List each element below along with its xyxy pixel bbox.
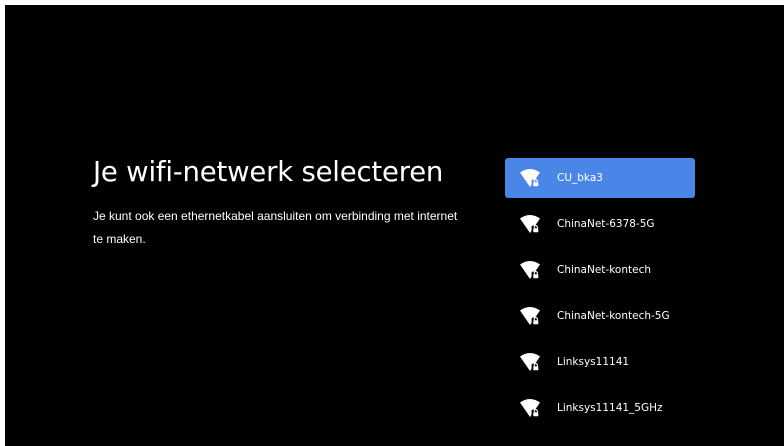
tv-screen: Je wifi-netwerk selecteren Je kunt ook e… <box>5 5 784 446</box>
wifi-locked-icon <box>519 259 541 281</box>
network-item[interactable]: ChinaNet-6378-5G <box>505 204 695 244</box>
wifi-locked-icon <box>519 167 541 189</box>
network-name: CU_bka3 <box>557 172 603 184</box>
intro-panel: Je wifi-netwerk selecteren Je kunt ook e… <box>93 155 463 251</box>
wifi-locked-icon <box>519 213 541 235</box>
network-name: ChinaNet-kontech <box>557 264 652 276</box>
network-item[interactable]: ChinaNet-kontech-5G <box>505 296 695 336</box>
page-title: Je wifi-netwerk selecteren <box>93 156 444 188</box>
wifi-locked-icon <box>519 351 541 373</box>
wifi-locked-icon <box>519 397 541 419</box>
network-item[interactable]: Linksys11141 <box>505 342 695 382</box>
wifi-locked-icon <box>519 305 541 327</box>
network-name: ChinaNet-kontech-5G <box>557 310 670 322</box>
wifi-network-list: CU_bka3 ChinaNet-6378-5G ChinaNet-kontec… <box>505 158 695 434</box>
page-description: Je kunt ook een ethernetkabel aansluiten… <box>93 209 458 246</box>
network-item[interactable]: ChinaNet-kontech <box>505 250 695 290</box>
network-name: Linksys11141 <box>557 356 630 368</box>
network-item[interactable]: CU_bka3 <box>505 158 695 198</box>
network-name: ChinaNet-6378-5G <box>557 218 655 230</box>
network-item[interactable]: Linksys11141_5GHz <box>505 388 695 428</box>
network-name: Linksys11141_5GHz <box>557 402 663 414</box>
